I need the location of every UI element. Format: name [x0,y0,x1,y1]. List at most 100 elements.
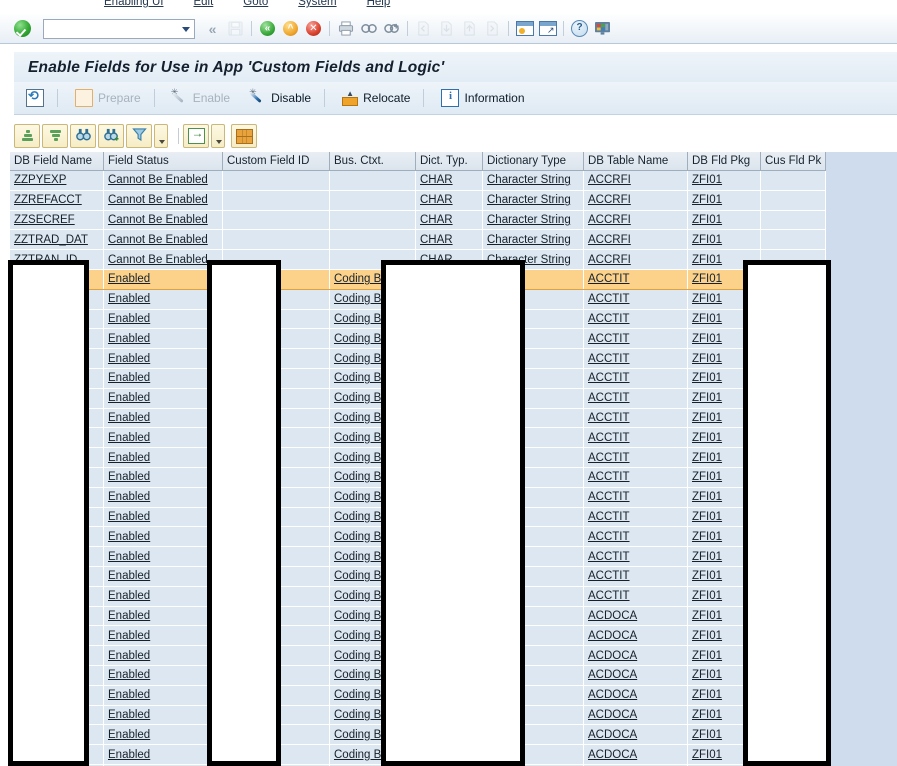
cell-db_table_name[interactable]: ACDOCA [583,724,688,746]
cell-field_status[interactable]: Enabled [103,606,223,627]
cell-field_status[interactable]: Enabled [103,665,223,686]
table-row[interactable]: ZZSECREF Cannot Be Enabled CHAR Character S… [10,210,826,231]
table-row[interactable]: ZZREFACCT Cannot Be Enabled CHAR Character … [10,190,826,211]
cell-db_table_name[interactable]: ACDOCA [583,606,688,627]
cell-db_table_name[interactable]: ACCTIT [583,289,688,310]
filter-button[interactable] [126,124,152,148]
cell-dict_typ[interactable]: CHAR [415,210,483,231]
cell-db_table_name[interactable]: ACCRFI [583,170,688,191]
cell-db_field_name[interactable]: ZZTRAD_DAT [10,229,104,251]
chevron-down-icon[interactable] [182,26,190,32]
column-header-custom-field-id[interactable]: Custom Field ID [222,152,330,171]
cell-field_status[interactable]: Enabled [103,289,223,310]
column-header-cus-fld-pk[interactable]: Cus Fld Pk [760,152,826,171]
find-icon[interactable] [358,19,379,39]
column-header-field-status[interactable]: Field Status [103,152,223,171]
cell-db_field_name[interactable]: ZZPYEXP [10,170,104,191]
cell-db_field_name[interactable]: ZZSECREF [10,210,104,231]
refresh-button[interactable] [18,84,52,112]
cell-db_table_name[interactable]: ACDOCA [583,625,688,647]
cell-field_status[interactable]: Cannot Be Enabled [103,249,223,270]
cell-field_status[interactable]: Enabled [103,566,223,587]
cell-field_status[interactable]: Enabled [103,309,223,330]
cell-custom_field_id[interactable] [222,170,330,191]
cell-field_status[interactable]: Enabled [103,427,223,449]
cell-bus_ctxt[interactable] [329,170,416,191]
cancel-red-icon[interactable]: ✕ [303,19,324,39]
cell-field_status[interactable]: Enabled [103,368,223,389]
cell-db_table_name[interactable]: ACDOCA [583,665,688,686]
ok-check-icon[interactable] [14,20,31,37]
cell-custom_field_id[interactable] [222,229,330,251]
help-icon[interactable]: ? [569,19,590,39]
cell-bus_ctxt[interactable] [329,229,416,251]
cell-cus_fld_pk[interactable] [760,210,826,231]
export-button[interactable] [183,124,209,148]
sort-ascending-button[interactable] [14,124,40,148]
information-button[interactable]: i Information [433,84,532,112]
column-header-db-fld-pkg[interactable]: DB Fld Pkg [687,152,761,171]
exit-amber-icon[interactable]: ^ [280,19,301,39]
cell-field_status[interactable]: Enabled [103,744,223,765]
column-header-db-table-name[interactable]: DB Table Name [583,152,688,171]
cell-field_status[interactable]: Enabled [103,467,223,488]
cell-db_fld_pkg[interactable]: ZFI01 [687,170,761,191]
cell-field_status[interactable]: Cannot Be Enabled [103,229,223,251]
table-row[interactable]: ZZPYEXP Cannot Be Enabled CHAR Character St… [10,170,826,191]
command-field[interactable] [43,18,195,39]
cell-db_table_name[interactable]: ACCTIT [583,566,688,587]
cell-dict_typ[interactable]: CHAR [415,190,483,211]
cell-dictionary_type[interactable]: Character String [482,229,584,251]
cell-custom_field_id[interactable] [222,210,330,231]
cell-db_table_name[interactable]: ACCTIT [583,447,688,468]
cell-db_table_name[interactable]: ACCTIT [583,309,688,330]
cell-db_table_name[interactable]: ACCTIT [583,526,688,548]
cell-db_table_name[interactable]: ACDOCA [583,744,688,765]
cell-field_status[interactable]: Enabled [103,388,223,409]
column-header-bus-ctxt[interactable]: Bus. Ctxt. [329,152,416,171]
menu-item-goto[interactable]: Goto [243,0,268,8]
cell-field_status[interactable]: Cannot Be Enabled [103,170,223,191]
cell-field_status[interactable]: Enabled [103,526,223,548]
menu-item-system[interactable]: System [298,0,336,8]
enable-button[interactable]: Enable [164,84,238,112]
cell-db_table_name[interactable]: ACCTIT [583,427,688,449]
cell-db_table_name[interactable]: ACCTIT [583,388,688,409]
cell-db_table_name[interactable]: ACCTIT [583,368,688,389]
cell-db_table_name[interactable]: ACDOCA [583,685,688,706]
cell-bus_ctxt[interactable] [329,190,416,211]
cell-field_status[interactable]: Enabled [103,625,223,647]
cell-field_status[interactable]: Enabled [103,586,223,607]
cell-db_table_name[interactable]: ACCTIT [583,487,688,508]
cell-db_table_name[interactable]: ACCRFI [583,229,688,251]
cell-field_status[interactable]: Enabled [103,724,223,746]
create-shortcut-icon[interactable]: ↗ [537,19,558,39]
customize-local-layout-icon[interactable] [592,19,613,39]
cell-dict_typ[interactable]: CHAR [415,170,483,191]
print-icon[interactable] [335,19,356,39]
find-next-icon[interactable] [381,19,402,39]
column-header-dict-typ[interactable]: Dict. Typ. [415,152,483,171]
cell-field_status[interactable]: Enabled [103,645,223,666]
back-chevron-icon[interactable]: « [202,19,223,39]
cell-db_table_name[interactable]: ACCRFI [583,190,688,211]
cell-dict_typ[interactable]: CHAR [415,229,483,251]
back-green-icon[interactable]: « [257,19,278,39]
cell-db_table_name[interactable]: ACDOCA [583,645,688,666]
menu-item-help[interactable]: Help [367,0,391,8]
column-header-dictionary-type[interactable]: Dictionary Type [482,152,584,171]
cell-db_table_name[interactable]: ACCTIT [583,408,688,429]
cell-field_status[interactable]: Enabled [103,447,223,468]
cell-db_fld_pkg[interactable]: ZFI01 [687,210,761,231]
cell-db_table_name[interactable]: ACCRFI [583,249,688,270]
cell-dictionary_type[interactable]: Character String [482,210,584,231]
cell-field_status[interactable]: Enabled [103,546,223,567]
cell-dictionary_type[interactable]: Character String [482,190,584,211]
layout-button[interactable] [231,124,257,148]
cell-db_field_name[interactable]: ZZREFACCT [10,190,104,211]
sort-descending-button[interactable] [42,124,68,148]
cell-field_status[interactable]: Enabled [103,408,223,429]
cell-db_table_name[interactable]: ACCRFI [583,210,688,231]
cell-field_status[interactable]: Enabled [103,268,223,290]
cell-field_status[interactable]: Enabled [103,685,223,706]
